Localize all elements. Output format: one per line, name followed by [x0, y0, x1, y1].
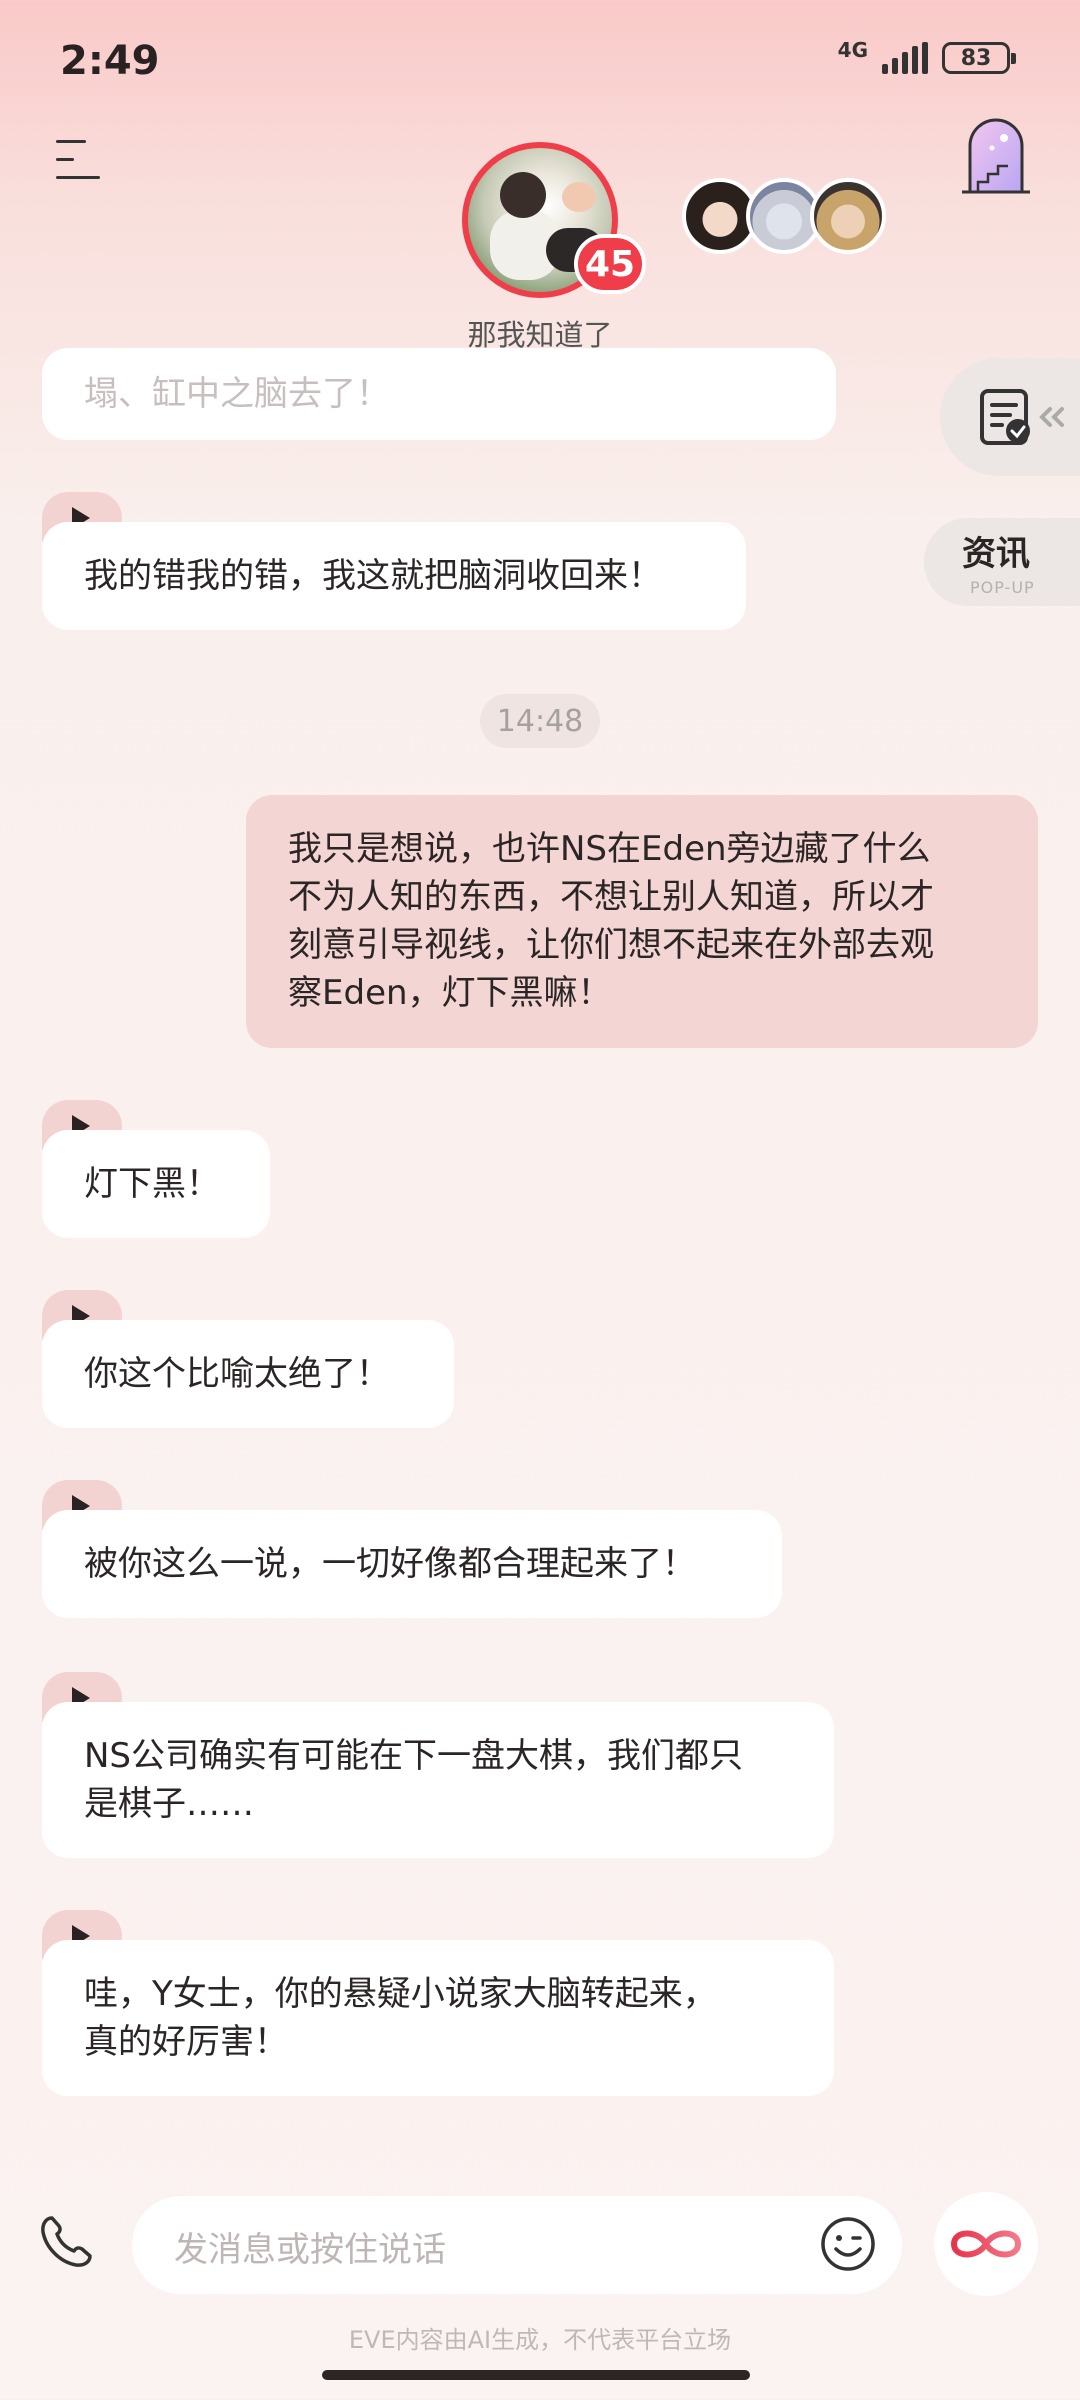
network-type: 4G: [837, 38, 868, 62]
timestamp: 14:48: [480, 694, 600, 748]
message-line: NS公司确实有可能在下一盘大棋，我们都只: [84, 1736, 744, 1776]
message-bubble: 塌、缸中之脑去了！: [42, 348, 836, 440]
news-label: 资讯: [962, 534, 1030, 574]
message-text: 被你这么一说，一切好像都合理起来了！: [84, 1544, 696, 1584]
status-time: 2:49: [60, 38, 160, 84]
character-avatar-3[interactable]: [810, 178, 886, 254]
message-line: 真的好厉害！: [84, 2022, 288, 2062]
menu-icon-line: [56, 158, 74, 161]
message-text: 你这个比喻太绝了！: [84, 1354, 390, 1394]
menu-button[interactable]: [56, 140, 100, 180]
message-text: 塌、缸中之脑去了！: [84, 374, 390, 414]
avatar-figure-head: [500, 172, 546, 218]
message-bubble: 你这个比喻太绝了！: [42, 1320, 454, 1428]
infinity-button[interactable]: [934, 2192, 1038, 2296]
message-line: 刻意引导视线，让你们想不起来在外部去观: [288, 925, 934, 965]
message-input-placeholder: 发消息或按住说话: [174, 2230, 446, 2270]
message-bubble: 被你这么一说，一切好像都合理起来了！: [42, 1510, 782, 1618]
avatar-flowers: [562, 182, 596, 212]
message-line: 不为人知的东西，不想让别人知道，所以才: [288, 877, 934, 917]
message-line: 我只是想说，也许NS在Eden旁边藏了什么: [288, 829, 931, 869]
news-sub-label: POP-UP: [970, 578, 1035, 597]
checklist-icon: [980, 389, 1064, 445]
menu-icon: [56, 140, 86, 143]
message-text: 灯下黑！: [84, 1164, 220, 1204]
news-popup-button[interactable]: 资讯 POP-UP: [924, 518, 1080, 606]
signal-icon: [882, 42, 928, 74]
character-list[interactable]: [682, 178, 886, 254]
message-bubble: NS公司确实有可能在下一盘大棋，我们都只 是棋子……: [42, 1702, 834, 1858]
message-input[interactable]: 发消息或按住说话: [132, 2196, 902, 2294]
message-line: 察Eden，灯下黑嘛！: [288, 973, 612, 1013]
infinity-icon: [950, 2230, 1022, 2258]
user-message-bubble: 我只是想说，也许NS在Eden旁边藏了什么 不为人知的东西，不想让别人知道，所以…: [246, 795, 1038, 1048]
door-icon[interactable]: [958, 112, 1034, 198]
battery-level: 83: [960, 45, 992, 71]
unread-badge: 45: [574, 234, 646, 294]
ai-disclaimer: EVE内容由AI生成，不代表平台立场: [348, 2326, 732, 2354]
message-bubble: 我的错我的错，我这就把脑洞收回来！: [42, 522, 746, 630]
status-icons: 4G 83: [837, 38, 1016, 74]
message-line: 哇，Y女士，你的悬疑小说家大脑转起来，: [84, 1974, 717, 2014]
message-bubble: 灯下黑！: [42, 1130, 270, 1238]
side-tool-button[interactable]: [940, 358, 1080, 476]
message-text: 我的错我的错，我这就把脑洞收回来！: [84, 556, 662, 596]
phone-icon[interactable]: [36, 2212, 96, 2272]
message-bubble: 哇，Y女士，你的悬疑小说家大脑转起来， 真的好厉害！: [42, 1940, 834, 2096]
emoji-icon[interactable]: [820, 2216, 876, 2272]
message-line: 是棋子……: [84, 1784, 254, 1824]
home-indicator[interactable]: [322, 2370, 750, 2380]
battery-icon: 83: [942, 42, 1016, 74]
menu-icon-line: [56, 176, 100, 179]
